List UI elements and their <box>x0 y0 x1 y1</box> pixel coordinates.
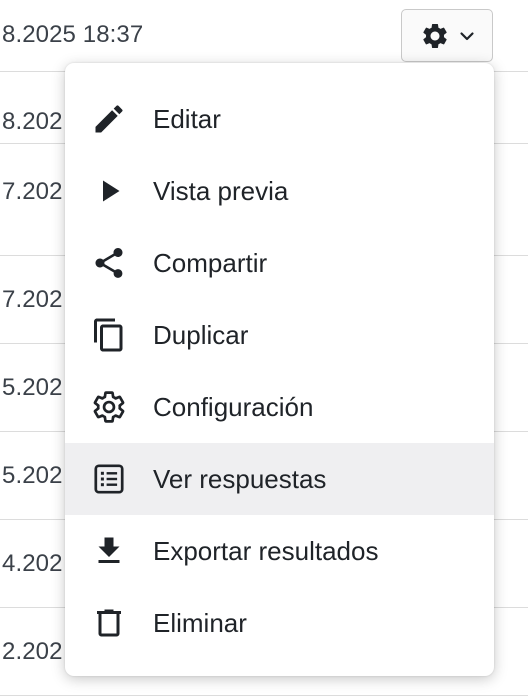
menu-item-label: Configuración <box>153 392 314 422</box>
menu-item-label: Exportar resultados <box>153 536 379 566</box>
menu-item-settings[interactable]: Configuración <box>65 371 494 443</box>
menu-item-label: Duplicar <box>153 320 249 350</box>
list-icon <box>91 461 127 497</box>
date-cell: 8.2025 18:37 <box>2 21 144 48</box>
actions-dropdown-button[interactable] <box>401 9 493 62</box>
pencil-icon <box>91 101 127 137</box>
menu-item-duplicate[interactable]: Duplicar <box>65 299 494 371</box>
menu-item-label: Eliminar <box>153 608 247 638</box>
date-cell: 8.202 <box>2 108 63 135</box>
actions-dropdown-menu: Editar Vista previa Compartir Duplicar C… <box>65 63 494 676</box>
date-cell: 7.202 <box>2 286 63 313</box>
share-icon <box>91 245 127 281</box>
download-icon <box>91 533 127 569</box>
menu-item-label: Ver respuestas <box>153 464 327 494</box>
menu-item-label: Compartir <box>153 248 268 278</box>
menu-item-preview[interactable]: Vista previa <box>65 155 494 227</box>
date-cell: 5.202 <box>2 462 63 489</box>
menu-item-delete[interactable]: Eliminar <box>65 587 494 659</box>
date-cell: 7.202 <box>2 178 63 205</box>
date-cell: 4.202 <box>2 550 63 577</box>
menu-item-edit[interactable]: Editar <box>65 83 494 155</box>
menu-item-export-results[interactable]: Exportar resultados <box>65 515 494 587</box>
copy-icon <box>91 317 127 353</box>
menu-item-view-responses[interactable]: Ver respuestas <box>65 443 494 515</box>
chevron-down-icon <box>459 28 475 44</box>
menu-item-label: Vista previa <box>153 176 289 206</box>
gear-icon <box>91 389 127 425</box>
play-icon <box>91 173 127 209</box>
date-cell: 2.202 <box>2 638 63 665</box>
menu-item-share[interactable]: Compartir <box>65 227 494 299</box>
date-cell: 5.202 <box>2 374 63 401</box>
menu-item-label: Editar <box>153 104 221 134</box>
trash-icon <box>91 605 127 641</box>
gear-icon <box>420 21 450 51</box>
